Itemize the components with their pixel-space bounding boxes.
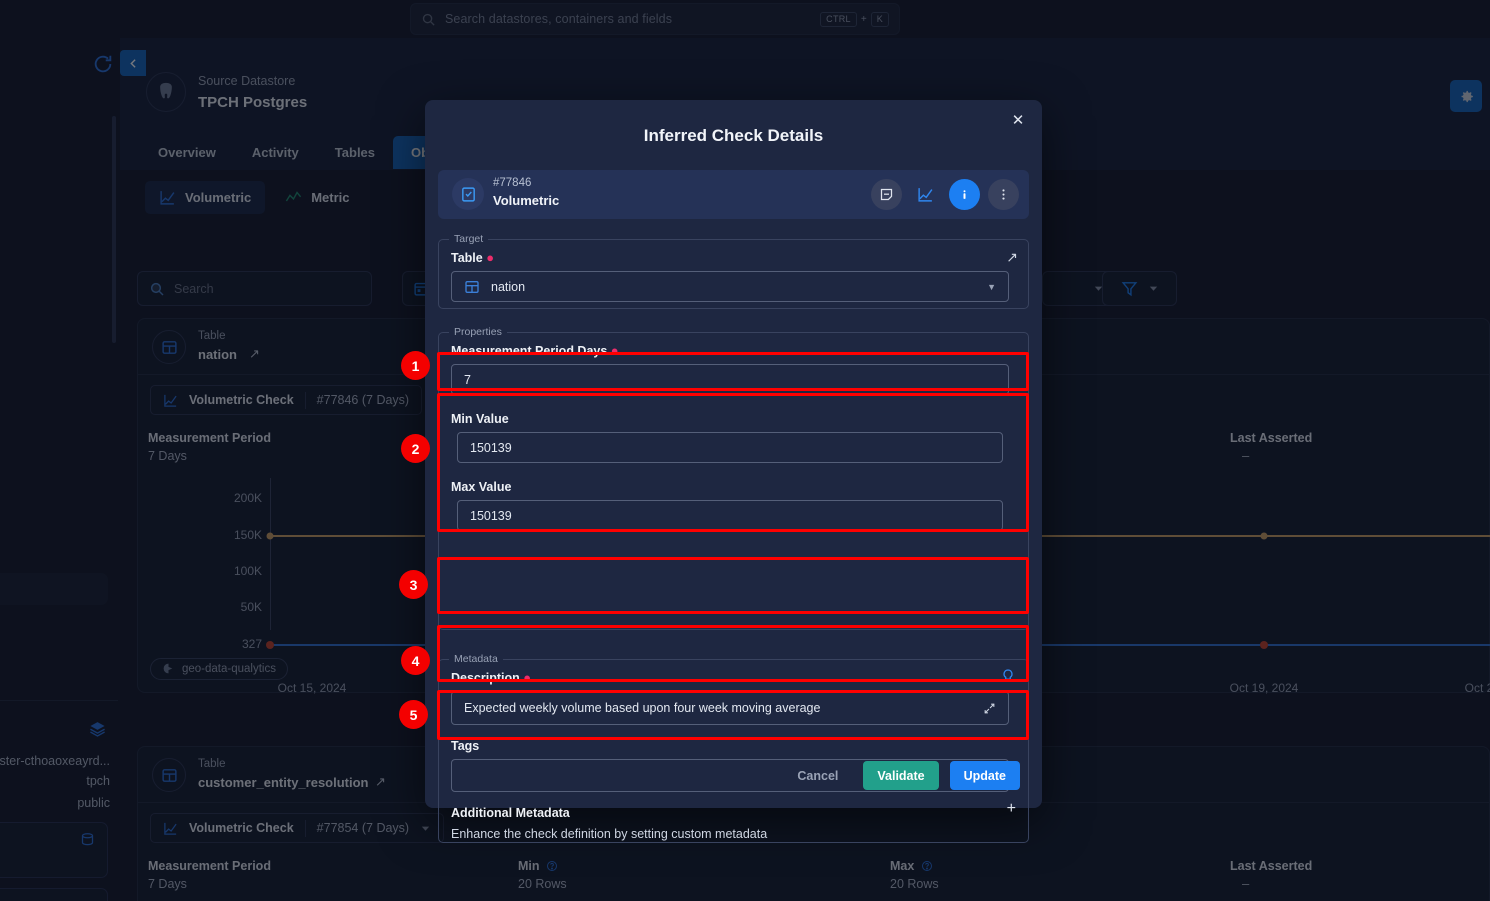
metadata-legend: Metadata xyxy=(454,653,498,665)
annotation-badge-3: 3 xyxy=(399,570,428,599)
modal-footer: Cancel Validate Update xyxy=(425,761,1042,790)
min-value-input[interactable]: 150139 xyxy=(457,432,1003,463)
cancel-button[interactable]: Cancel xyxy=(783,761,852,790)
info-icon xyxy=(963,190,966,199)
note-icon xyxy=(880,188,893,201)
open-table-icon[interactable]: ↗ xyxy=(1006,249,1018,266)
chevron-down-icon: ▼ xyxy=(987,281,996,292)
check-id: #77846 xyxy=(493,177,532,189)
required-indicator: ● xyxy=(610,343,619,358)
expand-icon[interactable] xyxy=(983,702,996,715)
volumetric-chart-icon xyxy=(918,188,933,202)
notes-button[interactable] xyxy=(871,179,902,210)
modal-title: Inferred Check Details xyxy=(643,126,824,145)
app-root: Search datastores, containers and fields… xyxy=(0,0,1490,901)
check-name: Volumetric xyxy=(493,193,560,208)
description-input[interactable]: Expected weekly volume based upon four w… xyxy=(451,691,1009,725)
kebab-menu-icon xyxy=(1002,189,1005,200)
table-field-label: Table ● xyxy=(451,250,495,265)
update-button[interactable]: Update xyxy=(949,761,1020,790)
check-summary-bar: #77846 Volumetric xyxy=(438,170,1029,219)
table-icon xyxy=(465,280,479,293)
properties-legend: Properties xyxy=(454,326,502,338)
measurement-period-days-label: Measurement Period Days ● xyxy=(451,343,619,358)
measurement-period-days-value: 7 xyxy=(464,372,471,387)
description-value: Expected weekly volume based upon four w… xyxy=(464,701,821,715)
annotation-badge-5: 5 xyxy=(399,700,428,729)
check-actions xyxy=(871,179,1019,210)
target-legend: Target xyxy=(454,233,484,245)
min-value-text: 150139 xyxy=(470,440,512,455)
description-label: Description ● xyxy=(451,670,532,685)
annotation-badge-2: 2 xyxy=(401,434,430,463)
properties-group: Properties Measurement Period Days ● 7 M… xyxy=(438,326,1029,630)
table-select-value: nation xyxy=(491,279,526,294)
required-indicator: ● xyxy=(486,250,495,265)
validate-button[interactable]: Validate xyxy=(863,761,939,790)
max-value-input[interactable]: 150139 xyxy=(457,500,1003,531)
measurement-period-days-input[interactable]: 7 xyxy=(451,364,1009,395)
inferred-check-details-modal: ✕ Inferred Check Details #77846 Volumetr… xyxy=(425,100,1042,843)
add-metadata-icon[interactable]: + xyxy=(1007,801,1016,817)
target-group: Target Table ● ↗ nation ▼ xyxy=(438,233,1029,309)
max-value-label: Max Value xyxy=(451,480,512,494)
lightbulb-icon[interactable] xyxy=(1000,668,1016,684)
info-button[interactable] xyxy=(949,179,980,210)
annotation-badge-4: 4 xyxy=(401,646,430,675)
required-indicator: ● xyxy=(523,670,532,685)
max-value-text: 150139 xyxy=(470,508,512,523)
tags-label: Tags xyxy=(451,739,480,753)
min-value-label: Min Value xyxy=(451,412,509,426)
additional-metadata-hint: Enhance the check definition by setting … xyxy=(451,827,768,841)
more-options-button[interactable] xyxy=(988,179,1019,210)
check-icon xyxy=(452,178,484,210)
metadata-group: Metadata Description ● Expected weekly v… xyxy=(438,653,1029,843)
additional-metadata-label: Additional Metadata xyxy=(451,806,570,820)
annotation-badge-1: 1 xyxy=(401,351,430,380)
chart-button[interactable] xyxy=(910,179,941,210)
table-select[interactable]: nation ▼ xyxy=(451,271,1009,302)
